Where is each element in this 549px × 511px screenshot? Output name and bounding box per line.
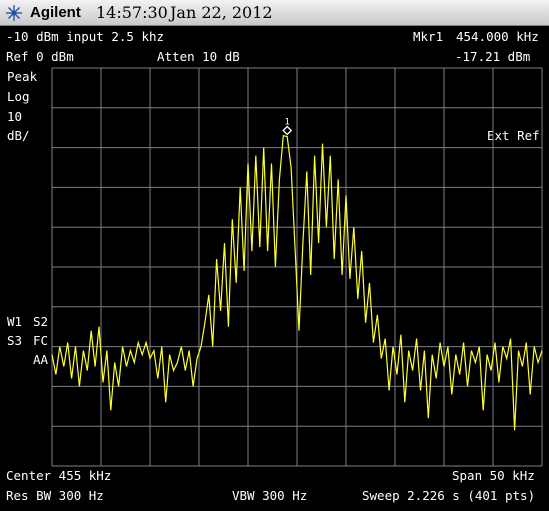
video-bandwidth: VBW 300 Hz — [232, 488, 308, 503]
clock-time: 14:57:30 — [96, 3, 168, 22]
frequency-span: Span 50 kHz — [452, 468, 535, 483]
analyzer-screen: -10 dBm input 2.5 khz Mkr1 454.000 kHz R… — [0, 26, 549, 511]
brand-name: Agilent — [30, 4, 81, 21]
spectrum-plot: 1 — [51, 67, 543, 467]
marker-number: 1 — [284, 117, 289, 127]
agilent-spark-icon — [6, 5, 22, 21]
resolution-bandwidth: Res BW 300 Hz — [6, 488, 104, 503]
marker-diamond-icon — [282, 125, 293, 136]
graticule — [51, 67, 543, 467]
clock-date: Jan 22, 2012 — [170, 3, 273, 22]
sweep-time: Sweep 2.226 s (401 pts) — [362, 488, 536, 503]
title-bar: Agilent 14:57:30 Jan 22, 2012 — [0, 0, 549, 26]
center-frequency: Center 455 kHz — [6, 468, 112, 483]
